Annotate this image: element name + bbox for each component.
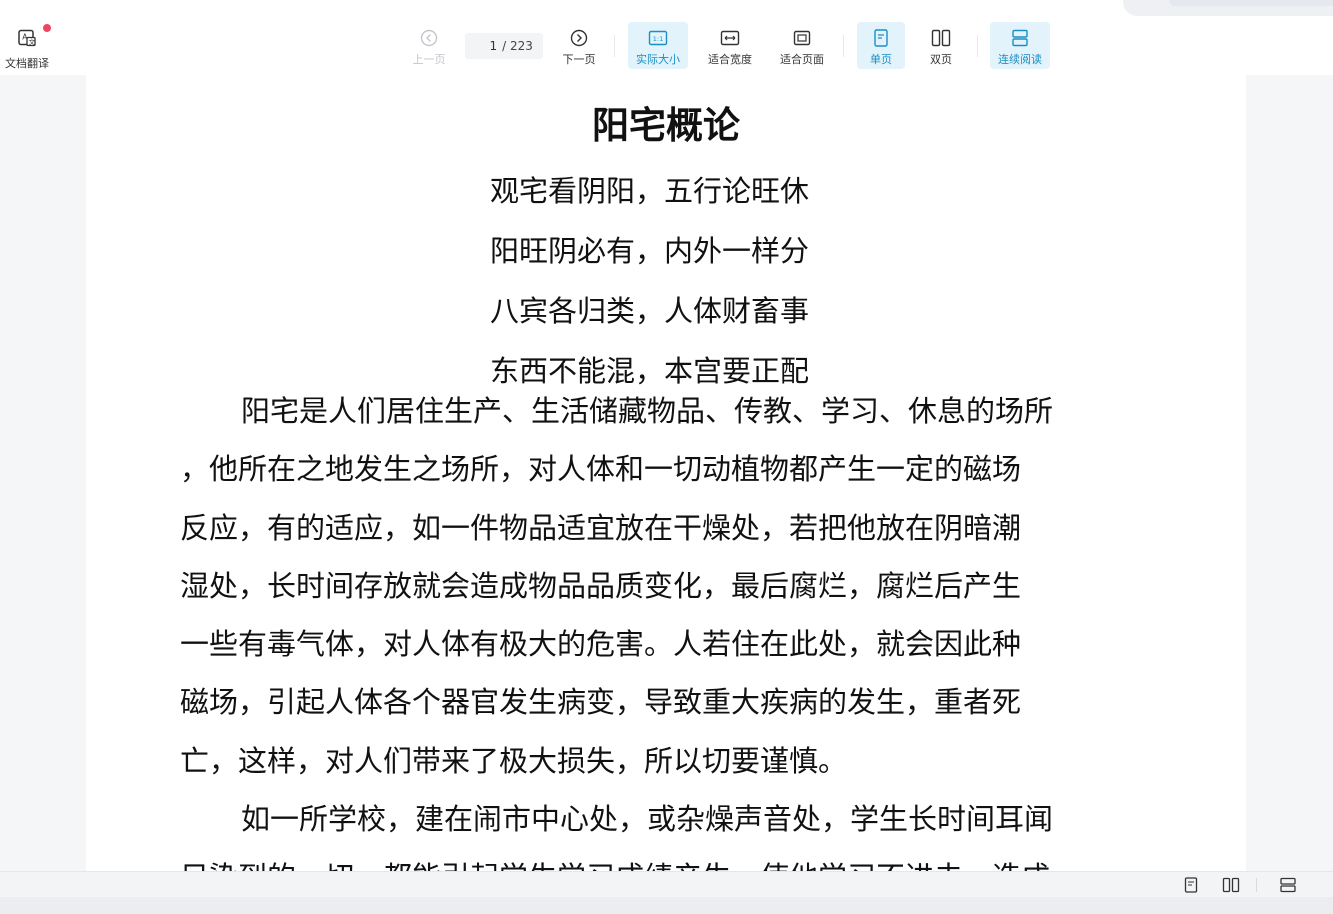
double-page-label: 双页 bbox=[930, 53, 952, 66]
notification-dot bbox=[43, 24, 51, 32]
toolbar-divider bbox=[843, 35, 844, 57]
single-page-button[interactable]: 单页 bbox=[857, 22, 905, 69]
poem-line: 阳旺阴必有，内外一样分 bbox=[490, 234, 810, 268]
status-single-page-icon[interactable] bbox=[1183, 876, 1199, 893]
current-page-input[interactable] bbox=[475, 39, 498, 53]
window-corner-strip bbox=[1123, 0, 1333, 16]
fit-page-button[interactable]: 适合页面 bbox=[772, 22, 832, 69]
translate-icon: A 文 bbox=[17, 29, 37, 51]
text-line: 亡，这样，对人们带来了极大损失，所以切要谨慎。 bbox=[180, 743, 848, 778]
toolbar: A 文 文档翻译 上一页 / 223 下一页 1:1 实际大小 适 bbox=[0, 0, 1333, 75]
double-page-icon bbox=[931, 29, 951, 47]
window-bottom-edge bbox=[0, 897, 1333, 914]
paragraph: 阳宅是人们居住生产、生活储藏物品、传教、学习、休息的场所 ，他所在之地发生之场所… bbox=[180, 382, 1180, 871]
total-pages: / 223 bbox=[502, 39, 533, 53]
double-page-button[interactable]: 双页 bbox=[917, 22, 965, 69]
actual-size-badge: 1:1 bbox=[653, 35, 663, 43]
document-viewport[interactable]: 阳宅概论 观宅看阴阳，五行论旺休 阳旺阴必有，内外一样分 八宾各归类，人体财畜事… bbox=[0, 75, 1333, 871]
chevron-right-circle-icon bbox=[569, 29, 589, 47]
fit-width-label: 适合宽度 bbox=[708, 53, 752, 66]
status-double-page-icon[interactable] bbox=[1222, 876, 1240, 893]
chevron-left-circle-icon bbox=[419, 29, 439, 47]
text-line: 一些有毒气体，对人体有极大的危害。人若住在此处，就会因此种 bbox=[180, 627, 1022, 662]
actual-size-button[interactable]: 1:1 实际大小 bbox=[628, 22, 688, 69]
continuous-reading-button[interactable]: 连续阅读 bbox=[990, 22, 1050, 69]
text-line: 湿处，长时间存放就会造成物品品质变化，最后腐烂，腐烂后产生 bbox=[180, 568, 1022, 603]
toolbar-divider bbox=[614, 35, 615, 57]
status-continuous-icon[interactable] bbox=[1279, 876, 1297, 893]
text-line: ，他所在之地发生之场所，对人体和一切动植物都产生一定的磁场 bbox=[180, 452, 1022, 487]
single-page-icon bbox=[871, 29, 891, 47]
text-line: 阳宅是人们居住生产、生活储藏物品、传教、学习、休息的场所 bbox=[241, 394, 1054, 428]
status-bar bbox=[0, 871, 1333, 897]
poem-line: 八宾各归类，人体财畜事 bbox=[490, 294, 810, 328]
text-line: 反应，有的适应，如一件物品适宜放在干燥处，若把他放在阴暗潮 bbox=[180, 510, 1022, 545]
next-page-button[interactable]: 下一页 bbox=[555, 22, 603, 69]
actual-size-icon: 1:1 bbox=[648, 29, 668, 47]
continuous-reading-icon bbox=[1010, 29, 1030, 47]
text-line: 如一所学校，建在闹市中心处，或杂燥声音处，学生长时间耳闻 bbox=[241, 802, 1054, 837]
translate-label: 文档翻译 bbox=[5, 57, 49, 70]
continuous-reading-label: 连续阅读 bbox=[998, 53, 1042, 66]
toolbar-divider bbox=[977, 35, 978, 57]
single-page-label: 单页 bbox=[870, 53, 892, 66]
prev-page-label: 上一页 bbox=[412, 53, 446, 66]
document-page: 阳宅概论 观宅看阴阳，五行论旺休 阳旺阴必有，内外一样分 八宾各归类，人体财畜事… bbox=[86, 75, 1246, 871]
fit-page-icon bbox=[792, 29, 812, 47]
text-line: 磁场，引起人体各个器官发生病变，导致重大疾病的发生，重者死 bbox=[180, 685, 1022, 720]
next-page-label: 下一页 bbox=[562, 53, 596, 66]
fit-page-label: 适合页面 bbox=[780, 53, 824, 66]
prev-page-button[interactable]: 上一页 bbox=[405, 22, 453, 69]
page-number-field[interactable]: / 223 bbox=[465, 33, 543, 59]
status-divider bbox=[1256, 878, 1257, 892]
poem-line: 观宅看阴阳，五行论旺休 bbox=[490, 174, 810, 208]
actual-size-label: 实际大小 bbox=[636, 53, 680, 66]
text-line: 目染到的一切，都能引起学生学习成绩产生，使他学习不进去，造成 bbox=[180, 848, 1180, 871]
fit-width-button[interactable]: 适合宽度 bbox=[700, 22, 760, 69]
document-title: 阳宅概论 bbox=[592, 103, 740, 147]
svg-text:文: 文 bbox=[29, 37, 36, 46]
fit-width-icon bbox=[720, 29, 740, 47]
